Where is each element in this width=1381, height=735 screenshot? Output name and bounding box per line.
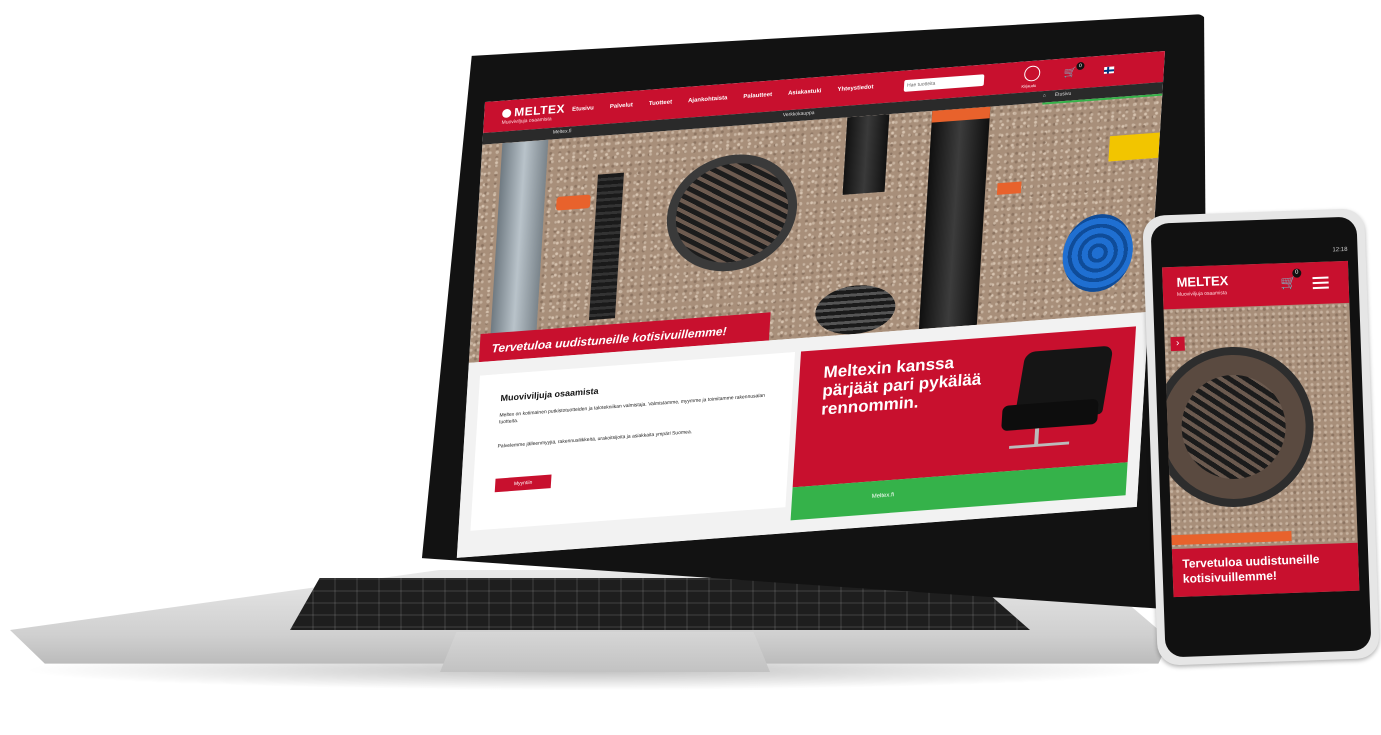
phone-hero-banner: Tervetuloa uudistuneille kotisivuillemme… (1171, 542, 1360, 598)
intro-card: Muoviviljuja osaamista Meltex on kotimai… (470, 351, 796, 531)
phone-frame: 12:18 MELTEX Muoviviljuja osaamista 🛒 0 … (1150, 216, 1372, 658)
nav-item-yhteystiedot[interactable]: Yhteystiedot (837, 84, 873, 93)
nav-item-tuotteet[interactable]: Tuotteet (649, 100, 673, 108)
orange-fitting (555, 194, 591, 211)
blue-pipe (1060, 211, 1136, 295)
menu-icon[interactable] (1312, 276, 1329, 290)
home-icon[interactable]: ⌂ (1043, 93, 1046, 99)
subbar-center[interactable]: Verkkokauppa (783, 110, 815, 118)
laptop-trackpad (440, 632, 770, 672)
nav-item-ajankohtaista[interactable]: Ajankohtaista (688, 95, 728, 104)
device-mockup-scene: MELTEX Muoviviljuja osaamista Etusivu Pa… (0, 0, 1381, 735)
user-label: Kirjaudu (1021, 82, 1037, 89)
search-input[interactable]: Hae tuotteita (903, 74, 985, 92)
intro-text-2: Palvelemme jälleenmyyjiä, rakennusliikke… (497, 429, 693, 450)
tall-pipe (918, 106, 991, 330)
cart-icon[interactable]: 🛒 (1064, 67, 1077, 79)
phone-header: MELTEX Muoviviljuja osaamista 🛒 0 (1162, 260, 1350, 310)
logo-icon (501, 108, 512, 119)
black-pipe (842, 114, 890, 195)
promo-headline: Meltexin kanssa pärjäät pari pykälää ren… (820, 353, 982, 419)
arrow-right-icon[interactable]: › (1170, 336, 1185, 352)
cart-count-badge: 0 (1076, 61, 1085, 71)
corrugated-pipe (588, 172, 624, 321)
intro-button[interactable]: Myyntiin (494, 474, 552, 493)
nav-item-palvelut[interactable]: Palvelut (610, 102, 633, 110)
orange-connector (996, 181, 1022, 195)
user-icon[interactable] (1023, 65, 1041, 82)
subbar-right[interactable]: Etusivu (1055, 91, 1072, 98)
subbar-left[interactable]: Meltex.fi (553, 128, 572, 135)
drain-grate (663, 149, 801, 276)
phone-tagline: Muoviviljuja osaamista (1176, 290, 1228, 298)
phone-orange-pipe (1171, 530, 1292, 546)
laptop-screen: MELTEX Muoviviljuja osaamista Etusivu Pa… (456, 51, 1165, 558)
phone-drain-grate (1162, 344, 1317, 510)
phone-logo[interactable]: MELTEX (1176, 273, 1228, 290)
chair-foot (1009, 441, 1070, 449)
phone-cart-count: 0 (1292, 268, 1302, 278)
small-grate (813, 282, 897, 338)
smartphone: 12:18 MELTEX Muoviviljuja osaamista 🛒 0 … (1142, 208, 1380, 666)
nav-item-asiakastuki[interactable]: Asiakastuki (788, 88, 822, 96)
yellow-pipe (1108, 132, 1160, 162)
nav-item-etusivu[interactable]: Etusivu (572, 105, 594, 112)
phone-hero-title: Tervetuloa uudistuneille kotisivuillemme… (1182, 552, 1320, 586)
promo-link-text: Meltex.fi (871, 492, 895, 500)
intro-title: Muoviviljuja osaamista (500, 386, 599, 404)
grey-pipe (490, 139, 549, 338)
flag-icon[interactable] (1103, 66, 1115, 74)
nav-item-palautteet[interactable]: Palautteet (743, 92, 772, 100)
promo-banner[interactable]: Meltexin kanssa pärjäät pari pykälää ren… (792, 326, 1137, 488)
phone-screen: MELTEX Muoviviljuja osaamista 🛒 0 › Terv… (1162, 260, 1360, 598)
